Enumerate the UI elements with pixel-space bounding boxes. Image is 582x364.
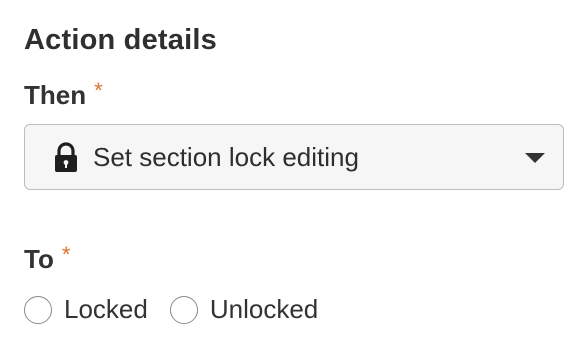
radio-option-unlocked[interactable]: Unlocked [169,294,319,325]
radio-button-unlocked[interactable] [169,295,198,324]
radio-button-locked[interactable] [24,295,52,324]
chevron-down-icon[interactable] [525,153,545,163]
then-label: Then * [24,78,103,111]
lock-icon [53,141,79,173]
radio-label-locked: Locked [64,294,148,324]
radio-option-locked[interactable]: Locked [24,294,148,325]
then-label-text: Then [24,80,87,110]
then-required-marker: * [94,78,103,103]
to-label: To * [24,242,70,275]
to-label-text: To [24,244,54,274]
section-title: Action details [24,24,217,56]
then-selected-value: Set section lock editing [93,141,359,172]
then-action-select[interactable]: Set section lock editing [24,124,564,190]
to-radio-group: Locked Unlocked [24,294,340,325]
radio-label-unlocked: Unlocked [209,294,319,324]
action-details-panel: Action details Then * Set section lock ed… [24,0,566,364]
to-required-marker: * [61,242,71,267]
